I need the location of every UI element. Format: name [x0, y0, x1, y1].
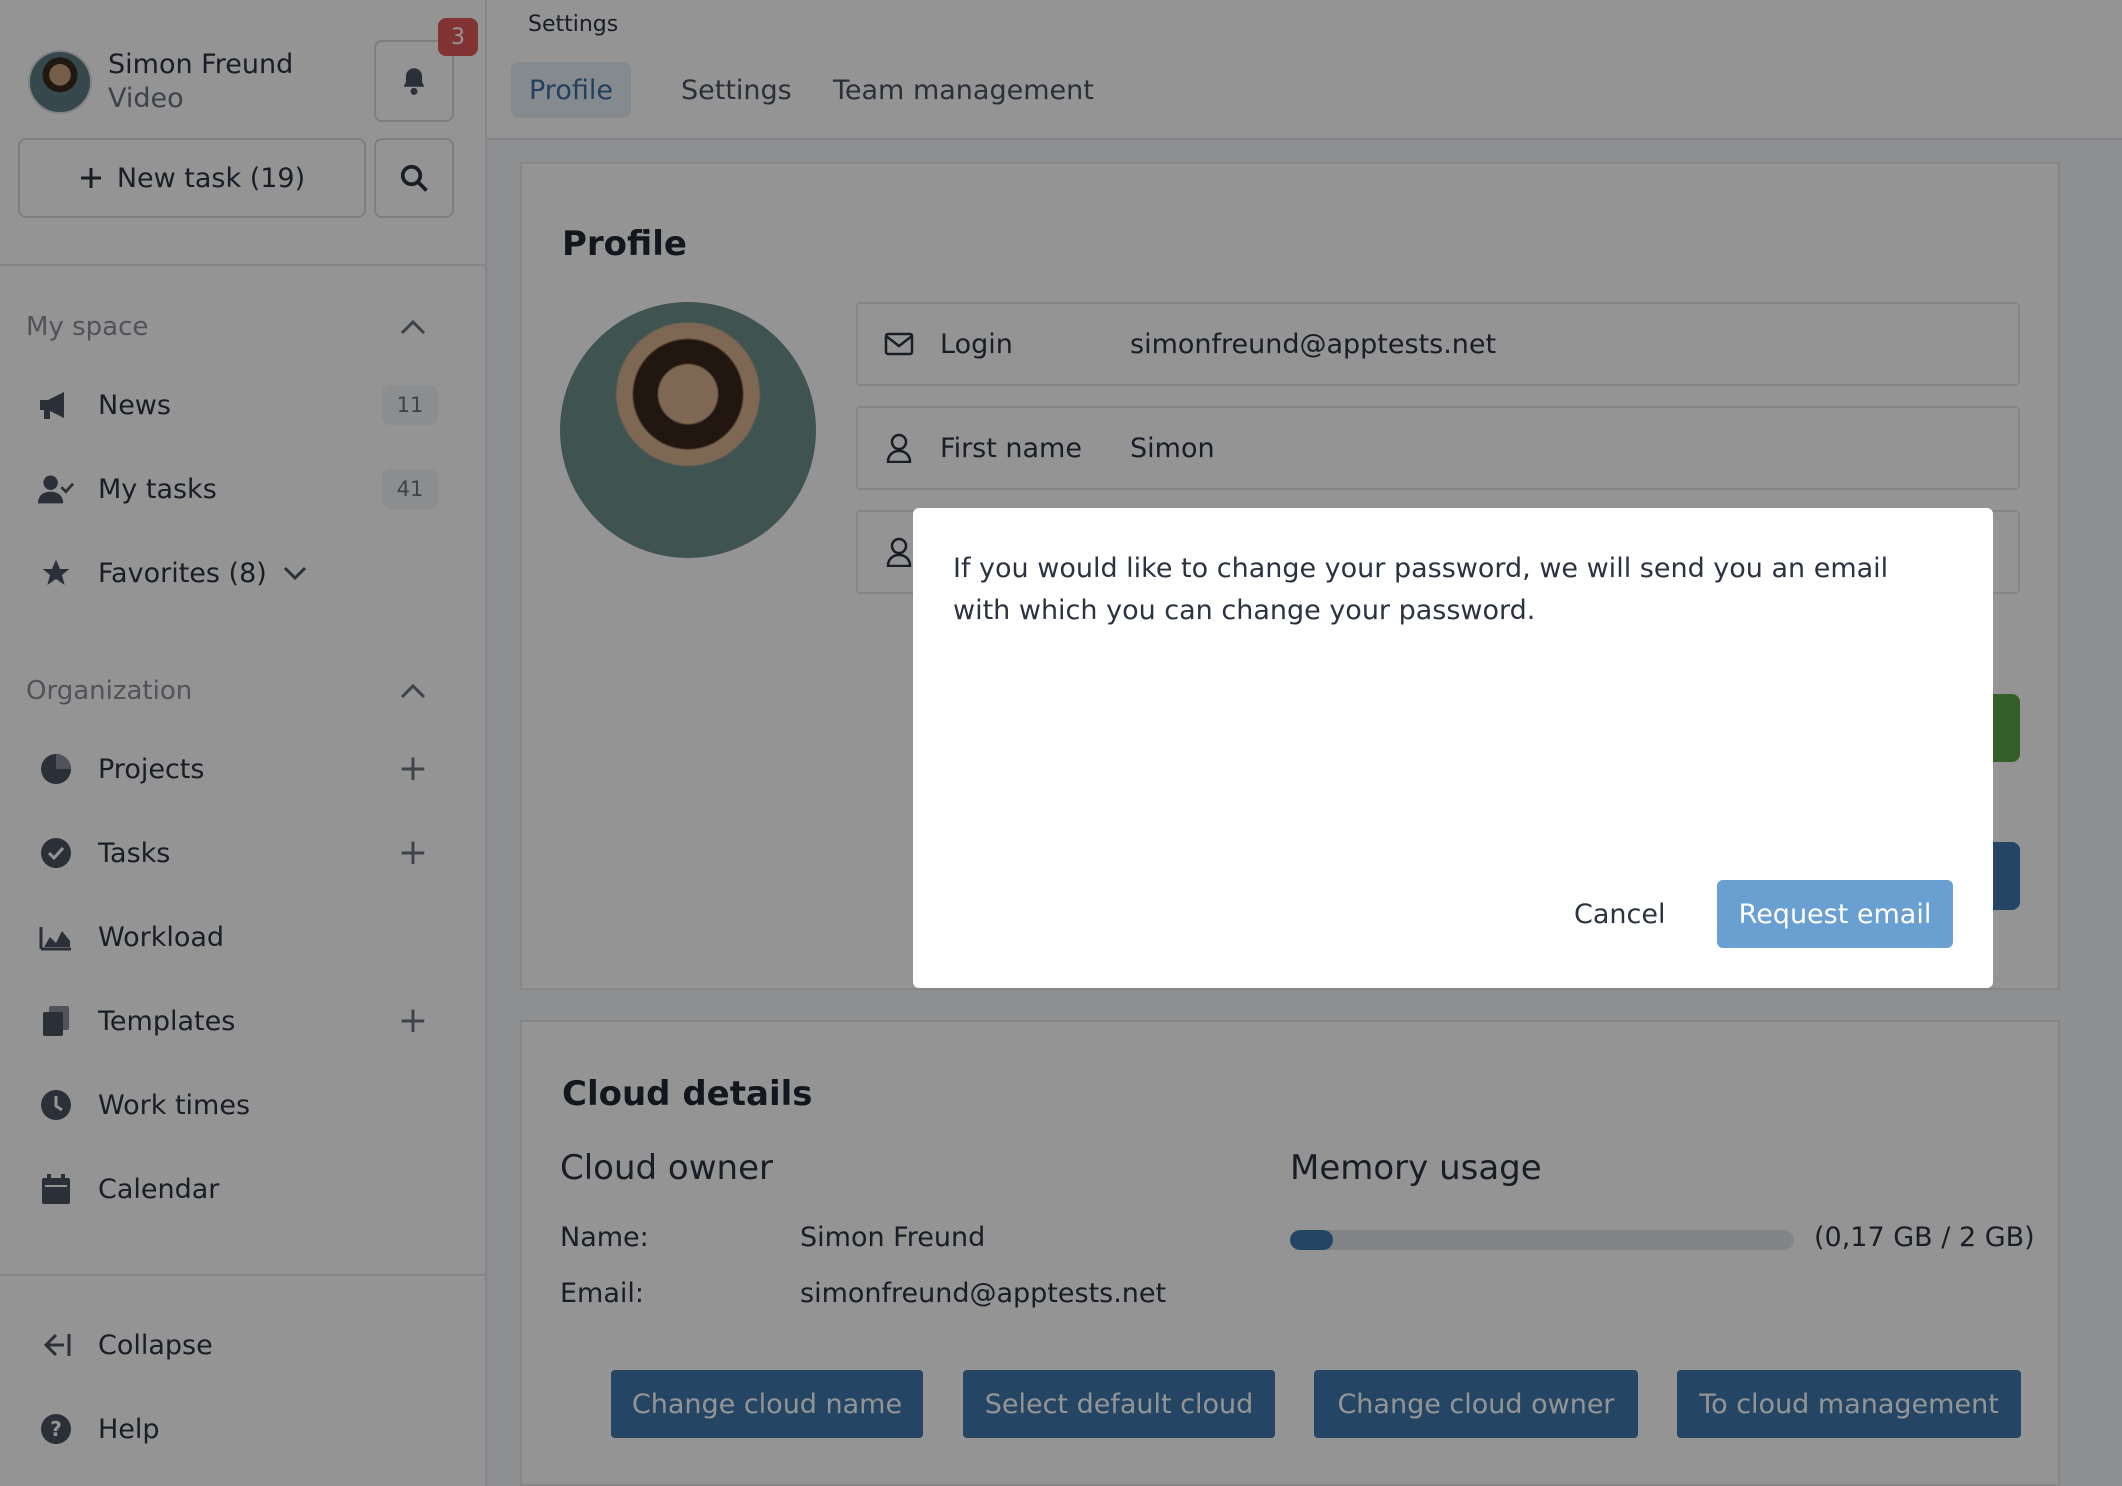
cancel-button[interactable]: Cancel	[1546, 880, 1693, 948]
dialog-message: If you would like to change your passwor…	[953, 553, 1889, 626]
request-email-button[interactable]: Request email	[1717, 880, 1953, 948]
